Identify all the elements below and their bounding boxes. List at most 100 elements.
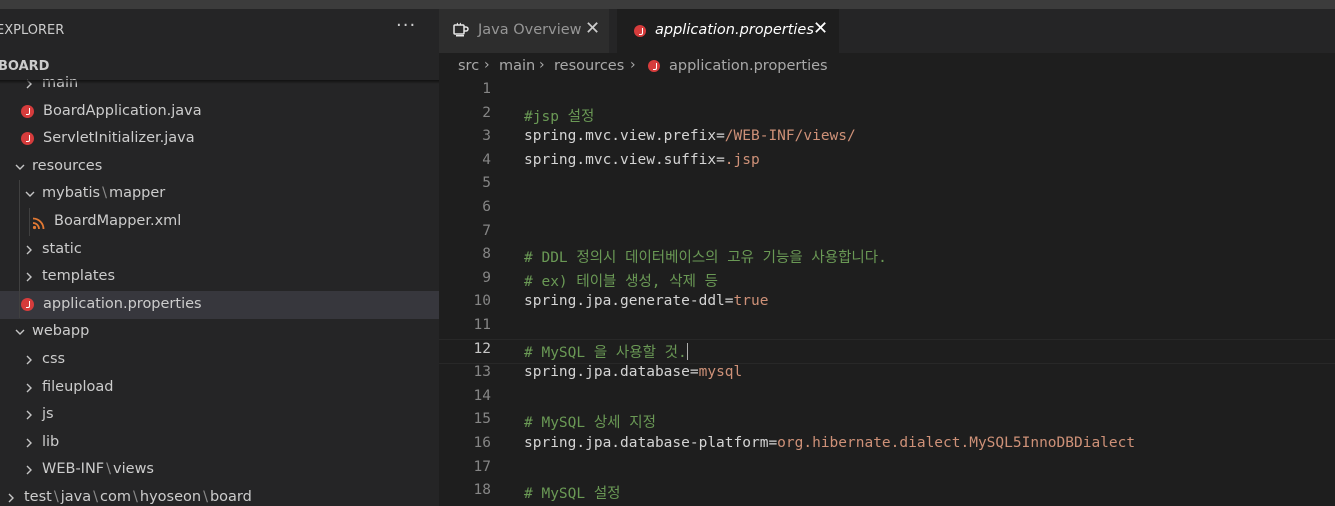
code-line[interactable]: #jsp 설정: [524, 105, 594, 126]
code-line[interactable]: # MySQL 상세 지정: [524, 411, 656, 432]
tree-item[interactable]: mybatis \ mapper: [0, 180, 439, 208]
tree-item[interactable]: test \ java \ com \ hyoseon \ board: [0, 484, 439, 506]
tree-item[interactable]: css: [0, 346, 439, 374]
chevron-right-icon: [24, 380, 34, 394]
line-number: 3: [482, 128, 491, 145]
java-icon: [634, 25, 646, 37]
line-number: 5: [482, 175, 491, 192]
path-segment: com: [100, 489, 131, 505]
code-token: .jsp: [724, 151, 760, 168]
tab-java-overview[interactable]: Java Overview ✕: [439, 9, 609, 53]
tab-bar: Java Overview ✕ application.properties ✕: [439, 9, 1335, 53]
tree-item-label: templates: [42, 268, 116, 285]
code-token: spring.mvc.view.prefix: [524, 128, 717, 145]
tree-item-label: ServletInitializer.java: [43, 130, 195, 147]
code-editor[interactable]: 1 2 #jsp 설정 3 spring.mvc.view.prefix=/WEB-IN…: [439, 81, 1335, 506]
code-token: #jsp 설정: [524, 108, 595, 125]
breadcrumb: src › main › resources › application.pro…: [439, 53, 1335, 81]
close-icon[interactable]: ✕: [585, 18, 600, 39]
path-separator: \: [106, 461, 112, 478]
line-number: 15: [473, 411, 491, 428]
code-token: =: [689, 364, 699, 381]
tree-item[interactable]: templates: [0, 263, 439, 291]
path-segment: mapper: [108, 185, 166, 202]
chevron-right-icon: ›: [484, 57, 490, 73]
tree-item-label: static: [42, 240, 82, 257]
tree-item[interactable]: fileupload: [0, 374, 439, 402]
line-number: 14: [473, 387, 491, 404]
code-token: =: [768, 435, 778, 451]
close-icon[interactable]: ✕: [813, 18, 828, 39]
path-separator: \: [102, 185, 107, 202]
chevron-right-icon: [24, 269, 34, 283]
path-separator: \: [203, 489, 208, 505]
code-line[interactable]: # MySQL 을 사용할 것.: [524, 341, 689, 362]
code-token: spring.jpa.database-platform: [524, 435, 769, 451]
chevron-down-icon: [14, 324, 25, 338]
tree-item[interactable]: WEB-INF \ views: [0, 456, 439, 484]
code-token: spring.mvc.view.suffix: [524, 151, 717, 168]
code-token: =: [716, 151, 725, 168]
code-token: /WEB-INF/views/: [724, 128, 856, 145]
rss-icon: [32, 215, 45, 230]
breadcrumb-item[interactable]: main: [499, 58, 535, 74]
tree-item-label: resources: [32, 157, 103, 174]
breadcrumb-item[interactable]: src: [458, 58, 479, 74]
code-line[interactable]: spring.jpa.generate-ddl=true: [524, 293, 768, 309]
tree-item-label: lib: [42, 433, 60, 450]
chevron-right-icon: [24, 242, 34, 256]
java-overview-icon: [453, 22, 469, 38]
tree-item-label: webapp: [32, 323, 90, 340]
chevron-right-icon: [24, 462, 34, 476]
tree-item[interactable]: js: [0, 401, 439, 429]
tree-item[interactable]: static: [0, 236, 439, 264]
chevron-down-icon: [24, 186, 35, 200]
tree-item-label: fileupload: [42, 378, 114, 395]
code-token: # ex) 테이블 생성, 삭제 등: [524, 273, 719, 290]
breadcrumb-item[interactable]: application.properties: [669, 58, 828, 74]
indent-guide: [29, 208, 30, 236]
code-line[interactable]: spring.jpa.database-platform=org.hiberna…: [524, 435, 1135, 451]
tab-label: application.properties: [655, 22, 814, 38]
tree-item[interactable]: webapp: [0, 318, 439, 346]
tree-item-label: test \ java \ com \ hyoseon \ board: [24, 489, 252, 505]
code-line[interactable]: spring.jpa.database=mysql: [524, 364, 742, 380]
tree-item[interactable]: ServletInitializer.java: [0, 125, 439, 153]
ellipsis-icon[interactable]: ···: [396, 15, 416, 36]
tree-item[interactable]: BoardMapper.xml: [0, 208, 439, 236]
java-icon: [21, 104, 34, 118]
breadcrumb-item[interactable]: resources: [554, 58, 624, 74]
tree-item[interactable]: application.properties: [0, 290, 439, 319]
line-number: 16: [473, 435, 491, 451]
line-number: 7: [482, 222, 491, 239]
tree-item[interactable]: lib: [0, 429, 439, 457]
code-line[interactable]: # ex) 테이블 생성, 삭제 등: [524, 270, 718, 291]
title-bar: [0, 0, 1335, 9]
tree-item-label: BoardApplication.java: [43, 102, 202, 119]
path-segment: board: [209, 489, 252, 505]
line-number: 8: [482, 246, 491, 263]
code-line[interactable]: spring.mvc.view.prefix=/WEB-INF/views/: [524, 128, 856, 144]
tree-item-label: WEB-INF \ views: [42, 461, 154, 477]
tree-item[interactable]: resources: [0, 153, 439, 181]
line-number: 4: [482, 151, 491, 168]
code-line[interactable]: # MySQL 설정: [524, 482, 621, 503]
tree-item-label: mybatis \ mapper: [42, 185, 165, 201]
path-segment: WEB-INF: [42, 461, 105, 478]
tree-item[interactable]: BoardApplication.java: [0, 98, 439, 126]
code-line[interactable]: spring.mvc.view.suffix=.jsp: [524, 152, 760, 168]
line-number: 12: [473, 340, 491, 357]
code-token: true: [733, 293, 769, 310]
tree-item-label: application.properties: [43, 295, 202, 312]
line-number: 10: [473, 293, 491, 310]
chevron-right-icon: [24, 407, 34, 421]
code-line[interactable]: # DDL 정의시 데이터베이스의 고유 기능을 사용합니다.: [524, 246, 887, 267]
tree-item[interactable]: main: [0, 70, 439, 98]
line-number: 6: [482, 199, 491, 215]
explorer-header: EXPLORER ···: [0, 9, 439, 53]
explorer-sidebar: EXPLORER ··· BOARD mainBoardApplication.…: [0, 9, 439, 506]
tab-application-properties[interactable]: application.properties ✕: [617, 9, 839, 53]
chevron-right-icon: ›: [630, 57, 636, 73]
line-number: 13: [473, 364, 491, 381]
line-number: 17: [473, 458, 491, 475]
